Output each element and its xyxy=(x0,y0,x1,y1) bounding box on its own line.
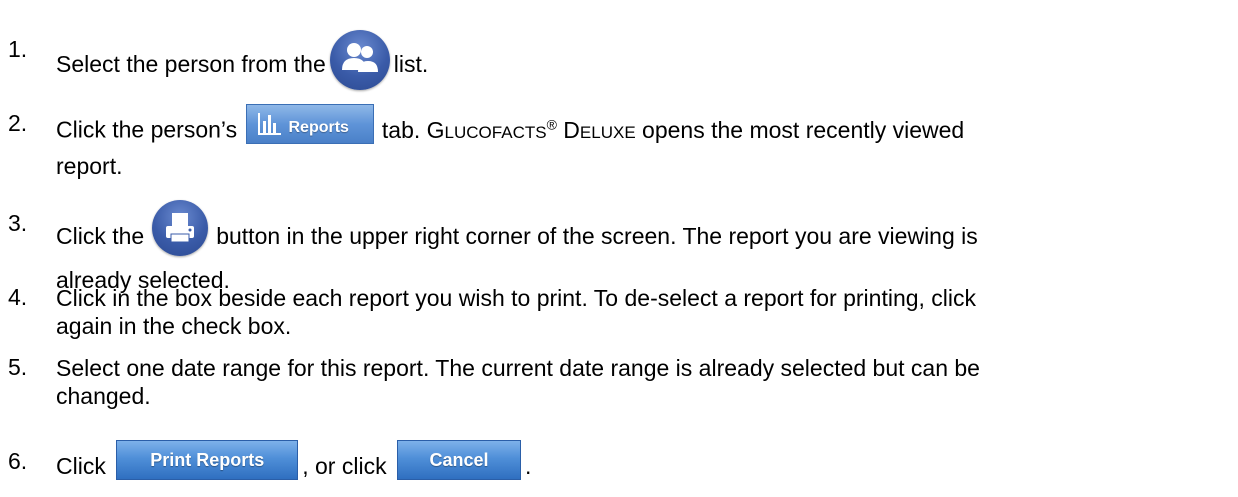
cancel-button: Cancel xyxy=(396,440,521,480)
step-text-after: . xyxy=(524,453,532,480)
step-text: Click Print Reports, or click Cancel. xyxy=(56,440,532,488)
step-text-before: Click the xyxy=(56,223,145,250)
step-text-line2: again in the check box. xyxy=(56,313,292,339)
step-text: Click the button in the upper right corn… xyxy=(56,200,978,294)
step-text: Click the person’s Reports tab. GLUCOFAC… xyxy=(56,103,965,180)
step-text-line2: changed. xyxy=(56,383,151,409)
step-1: 1. Select the person from the list. xyxy=(0,14,1238,90)
print-icon xyxy=(152,200,209,256)
people-icon xyxy=(329,30,390,90)
step-6: 6. Click Print Reports, or click Cancel. xyxy=(0,436,1238,486)
step-number: 4. xyxy=(8,284,28,310)
step-text-before: Click the person’s xyxy=(56,116,238,143)
bar-chart-icon xyxy=(257,112,281,135)
step-number: 2. xyxy=(8,110,28,136)
reports-tab-label: Reports xyxy=(288,118,349,136)
step-text-before: Select the person from the xyxy=(56,51,326,78)
step-text-after: list. xyxy=(393,51,429,78)
step-text-middle: , or click xyxy=(302,453,387,480)
step-5: 5. Select one date range for this report… xyxy=(0,354,1238,414)
step-text: Click in the box beside each report you … xyxy=(56,284,976,340)
step-text-line1: Select one date range for this report. T… xyxy=(56,355,980,381)
reports-tab: Reports xyxy=(245,103,374,144)
step-text-after: button in the upper right corner of the … xyxy=(216,223,978,250)
step-4: 4. Click in the box beside each report y… xyxy=(0,284,1238,344)
step-text-before: Click xyxy=(56,453,106,480)
print-reports-button: Print Reports xyxy=(116,440,299,480)
step-text: Select the person from the list. xyxy=(56,30,429,96)
step-text-line1: Click in the box beside each report you … xyxy=(56,285,977,311)
step-number: 5. xyxy=(8,354,28,380)
step-3: 3. Click the button in the upper right c… xyxy=(0,190,1238,293)
step-number: 1. xyxy=(8,36,28,62)
step-text: Select one date range for this report. T… xyxy=(56,354,980,410)
step-text-after: tab. GLUCOFACTS® DELUXE opens the most r… xyxy=(381,116,965,143)
step-text-line2: report. xyxy=(56,152,123,179)
step-2: 2. Click the person’s Reports tab. GLUCO… xyxy=(0,96,1238,179)
step-number: 6. xyxy=(8,448,28,474)
step-number: 3. xyxy=(8,210,28,236)
